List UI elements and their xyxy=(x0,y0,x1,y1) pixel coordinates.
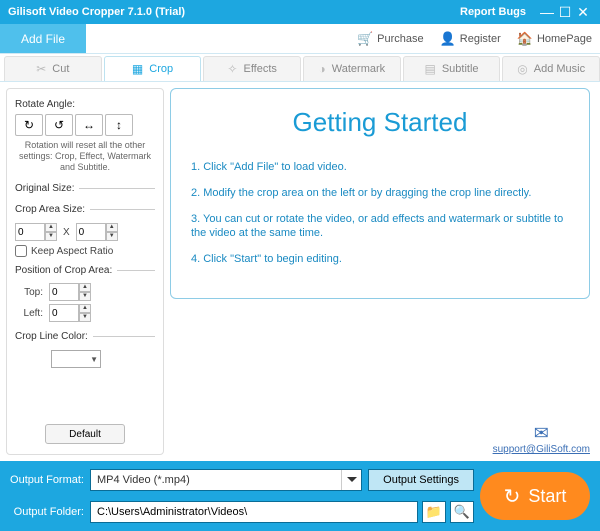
left-input[interactable] xyxy=(49,304,79,322)
crop-height-input[interactable] xyxy=(76,223,106,241)
output-settings-button[interactable]: Output Settings xyxy=(368,469,474,491)
crop-height-up[interactable]: ▲ xyxy=(106,223,118,232)
left-label: Left: xyxy=(15,308,43,319)
crop-position-legend: Position of Crop Area: xyxy=(15,265,117,276)
register-label: Register xyxy=(460,33,501,45)
bottom-bar: Output Format: MP4 Video (*.mp4) Output … xyxy=(0,461,600,531)
search-icon: 🔍 xyxy=(454,504,470,520)
title-bar: Gilisoft Video Cropper 7.1.0 (Trial) Rep… xyxy=(0,0,600,24)
purchase-link[interactable]: 🛒 Purchase xyxy=(349,24,432,53)
find-folder-button[interactable]: 🔍 xyxy=(450,501,474,523)
left-spinner[interactable]: ▲▼ xyxy=(49,304,91,322)
support-link[interactable]: support@GiliSoft.com xyxy=(493,444,590,455)
close-button[interactable]: ✕ xyxy=(574,4,592,21)
crop-height-down[interactable]: ▼ xyxy=(106,232,118,241)
output-folder-label: Output Folder: xyxy=(10,506,84,518)
register-icon: 👤 xyxy=(440,31,456,47)
effects-icon: ✧ xyxy=(227,62,237,76)
tab-effects[interactable]: ✧Effects xyxy=(203,56,301,81)
music-icon: ◎ xyxy=(517,62,527,76)
start-button[interactable]: ↻Start xyxy=(480,472,590,520)
main-area: Rotate Angle: ↻ ↺ ↔ ↕ Rotation will rese… xyxy=(0,82,600,461)
content-area: Getting Started 1. Click "Add File" to l… xyxy=(170,88,590,455)
output-format-select[interactable]: MP4 Video (*.mp4) xyxy=(90,469,362,491)
crop-size-legend: Crop Area Size: xyxy=(15,204,90,215)
mail-icon: ✉ xyxy=(493,423,590,444)
crop-width-input[interactable] xyxy=(15,223,45,241)
crop-size-section: Crop Area Size: ▲▼ X ▲▼ Keep Aspect Rati… xyxy=(15,204,155,259)
keep-aspect-input[interactable] xyxy=(15,245,27,257)
crop-position-section: Position of Crop Area: Top: ▲▼ Left: ▲▼ xyxy=(15,265,155,325)
tab-crop[interactable]: ▦Crop xyxy=(104,56,202,81)
output-format-value: MP4 Video (*.mp4) xyxy=(97,474,190,486)
crop-color-legend: Crop Line Color: xyxy=(15,331,93,342)
tab-cut[interactable]: ✂Cut xyxy=(4,56,102,81)
homepage-link[interactable]: 🏠 HomePage xyxy=(509,24,600,53)
flip-vertical-button[interactable]: ↕ xyxy=(105,114,133,136)
homepage-label: HomePage xyxy=(537,33,592,45)
purchase-label: Purchase xyxy=(377,33,423,45)
original-size-legend: Original Size: xyxy=(15,183,79,194)
output-folder-input[interactable] xyxy=(90,501,418,523)
crop-icon: ▦ xyxy=(132,62,143,76)
crop-width-down[interactable]: ▼ xyxy=(45,232,57,241)
gs-step-4: 4. Click "Start" to begin editing. xyxy=(191,252,569,266)
refresh-icon: ↻ xyxy=(504,484,521,509)
chevron-down-icon: ▼ xyxy=(90,355,98,364)
top-up[interactable]: ▲ xyxy=(79,283,91,292)
left-up[interactable]: ▲ xyxy=(79,304,91,313)
top-toolbar: Add File 🛒 Purchase 👤 Register 🏠 HomePag… xyxy=(0,24,600,54)
cut-icon: ✂ xyxy=(36,62,46,76)
gs-step-1: 1. Click "Add File" to load video. xyxy=(191,160,569,174)
keep-aspect-checkbox[interactable]: Keep Aspect Ratio xyxy=(15,245,155,257)
default-button[interactable]: Default xyxy=(45,424,125,444)
gs-step-3: 3. You can cut or rotate the video, or a… xyxy=(191,212,569,240)
crop-color-section: Crop Line Color: ▼ xyxy=(15,331,155,372)
top-input[interactable] xyxy=(49,283,79,301)
crop-width-spinner[interactable]: ▲▼ xyxy=(15,223,57,241)
flip-horizontal-button[interactable]: ↔ xyxy=(75,114,103,136)
subtitle-icon: ▤ xyxy=(425,62,436,76)
watermark-icon: ◑ xyxy=(319,62,326,76)
top-spinner[interactable]: ▲▼ xyxy=(49,283,91,301)
minimize-button[interactable]: — xyxy=(538,4,556,20)
top-label: Top: xyxy=(15,287,43,298)
cart-icon: 🛒 xyxy=(357,31,373,47)
register-link[interactable]: 👤 Register xyxy=(432,24,509,53)
home-icon: 🏠 xyxy=(517,31,533,47)
folder-icon: 📁 xyxy=(426,504,442,520)
browse-folder-button[interactable]: 📁 xyxy=(422,501,446,523)
top-down[interactable]: ▼ xyxy=(79,292,91,301)
tool-tabs: ✂Cut ▦Crop ✧Effects ◑Watermark ▤Subtitle… xyxy=(0,54,600,82)
app-title: Gilisoft Video Cropper 7.1.0 (Trial) xyxy=(8,6,185,18)
rotate-note: Rotation will reset all the other settin… xyxy=(15,140,155,173)
crop-width-up[interactable]: ▲ xyxy=(45,223,57,232)
left-down[interactable]: ▼ xyxy=(79,313,91,322)
support-block: ✉ support@GiliSoft.com xyxy=(493,423,590,455)
tab-watermark[interactable]: ◑Watermark xyxy=(303,56,401,81)
crop-height-spinner[interactable]: ▲▼ xyxy=(76,223,118,241)
report-bugs-link[interactable]: Report Bugs xyxy=(460,6,526,18)
rotate-ccw-button[interactable]: ↺ xyxy=(45,114,73,136)
crop-side-panel: Rotate Angle: ↻ ↺ ↔ ↕ Rotation will rese… xyxy=(6,88,164,455)
output-format-label: Output Format: xyxy=(10,474,84,486)
color-picker[interactable]: ▼ xyxy=(51,350,101,368)
x-label: X xyxy=(63,227,70,238)
original-size-section: Original Size: xyxy=(15,183,155,198)
gs-step-2: 2. Modify the crop area on the left or b… xyxy=(191,186,569,200)
rotate-legend: Rotate Angle: xyxy=(15,99,80,110)
chevron-down-icon[interactable] xyxy=(341,470,361,490)
add-file-button[interactable]: Add File xyxy=(0,24,86,53)
rotate-section: Rotate Angle: ↻ ↺ ↔ ↕ Rotation will rese… xyxy=(15,99,155,177)
maximize-button[interactable]: ☐ xyxy=(556,4,574,21)
getting-started-panel: Getting Started 1. Click "Add File" to l… xyxy=(170,88,590,299)
rotate-cw-button[interactable]: ↻ xyxy=(15,114,43,136)
tab-add-music[interactable]: ◎Add Music xyxy=(502,56,600,81)
tab-subtitle[interactable]: ▤Subtitle xyxy=(403,56,501,81)
getting-started-title: Getting Started xyxy=(191,107,569,138)
